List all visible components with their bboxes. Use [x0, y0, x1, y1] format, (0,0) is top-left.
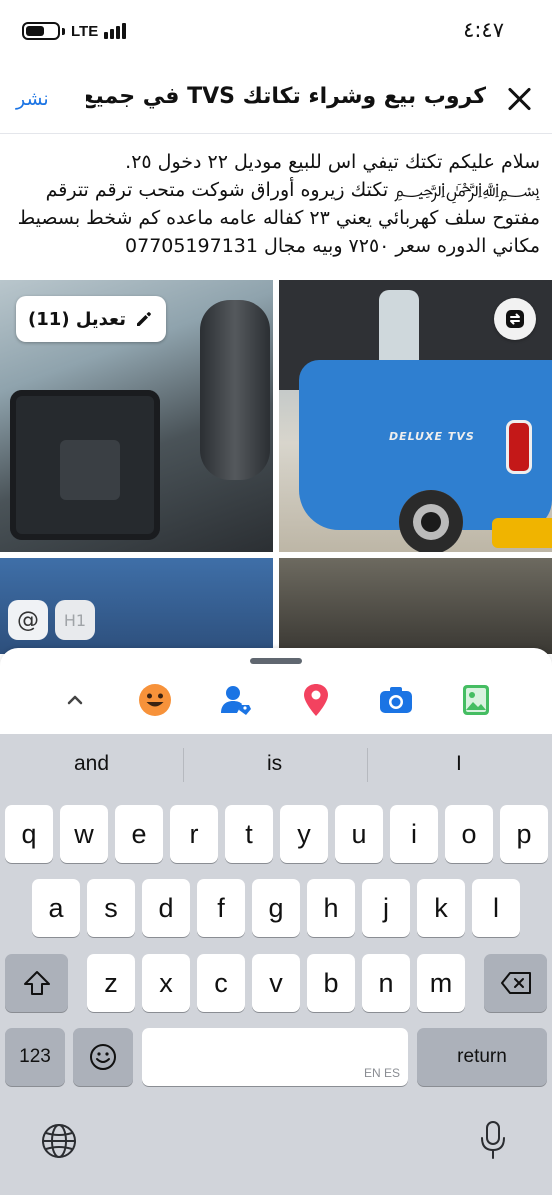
emoji-key[interactable] [73, 1028, 133, 1086]
composer-header: كروب بيع وشراء تكاتك TVS في جميع المح...… [0, 66, 552, 134]
engine-pipe [200, 300, 270, 480]
shift-icon [23, 971, 50, 995]
shift-key[interactable] [5, 954, 68, 1012]
tuktuk-wheel [399, 490, 463, 552]
keyboard: and is I q w e r t y u i o p a s d f g h… [0, 734, 552, 1195]
tuktuk-bumper [492, 518, 552, 548]
close-icon[interactable] [504, 84, 534, 114]
key-j[interactable]: j [362, 879, 410, 937]
key-u[interactable]: u [335, 805, 383, 863]
key-l[interactable]: l [472, 879, 520, 937]
numbers-key[interactable]: 123 [5, 1028, 65, 1086]
suggestion-2[interactable]: is [267, 752, 282, 776]
key-y[interactable]: y [280, 805, 328, 863]
emoji-icon[interactable] [137, 682, 173, 718]
tuktuk-decal: DELUXE TVS [389, 430, 475, 443]
microphone-icon[interactable] [478, 1120, 508, 1160]
pencil-icon [136, 312, 151, 326]
status-indicators: LTE [22, 22, 127, 40]
edit-photos-button[interactable]: تعديل (11) [16, 296, 166, 342]
key-m[interactable]: m [417, 954, 465, 1012]
camera-icon[interactable] [378, 682, 414, 718]
key-d[interactable]: d [142, 879, 190, 937]
tag-people-icon[interactable] [218, 682, 254, 718]
status-bar: LTE ٤:٤٧ [0, 0, 552, 66]
expand-chevron-icon[interactable] [57, 682, 93, 718]
network-type: LTE [71, 22, 99, 40]
sheet-grabber[interactable] [250, 658, 302, 664]
status-time: ٤:٤٧ [463, 18, 504, 42]
key-b[interactable]: b [307, 954, 355, 1012]
swap-media-button[interactable] [494, 298, 536, 340]
battery-cap [62, 27, 65, 35]
heading-chip[interactable]: H1 [55, 600, 95, 640]
key-x[interactable]: x [142, 954, 190, 1012]
key-f[interactable]: f [197, 879, 245, 937]
battery-icon [22, 22, 60, 40]
key-p[interactable]: p [500, 805, 548, 863]
group-title: كروب بيع وشراء تكاتك TVS في جميع المح... [86, 84, 486, 109]
tuktuk-taillight [506, 420, 532, 474]
key-s[interactable]: s [87, 879, 135, 937]
key-n[interactable]: n [362, 954, 410, 1012]
post-button[interactable]: نشر [16, 88, 49, 110]
key-i[interactable]: i [390, 805, 438, 863]
key-q[interactable]: q [5, 805, 53, 863]
key-t[interactable]: t [225, 805, 273, 863]
key-v[interactable]: v [252, 954, 300, 1012]
suggestion-divider [183, 748, 184, 782]
globe-icon[interactable] [40, 1122, 78, 1160]
location-pin-icon[interactable] [298, 682, 334, 718]
edit-photos-label: تعديل (11) [28, 308, 126, 330]
signal-icon [104, 23, 127, 39]
suggestion-divider [367, 748, 368, 782]
key-a[interactable]: a [32, 879, 80, 937]
engine-detail [60, 440, 120, 500]
key-w[interactable]: w [60, 805, 108, 863]
key-k[interactable]: k [417, 879, 465, 937]
key-z[interactable]: z [87, 954, 135, 1012]
backspace-key[interactable] [484, 954, 547, 1012]
key-r[interactable]: r [170, 805, 218, 863]
suggestion-1[interactable]: and [74, 752, 109, 776]
emoji-keyboard-icon [90, 1044, 116, 1070]
photo-gallery-icon[interactable] [458, 682, 494, 718]
post-text-input[interactable]: سلام عليكم تكتك تيفي اس للبيع موديل ٢٢ د… [12, 148, 540, 260]
suggestion-3[interactable]: I [456, 752, 462, 776]
backspace-icon [500, 972, 531, 994]
swap-icon [506, 310, 524, 328]
photo-tank[interactable] [279, 558, 552, 654]
return-key[interactable]: return [417, 1028, 547, 1086]
key-h[interactable]: h [307, 879, 355, 937]
space-key[interactable]: EN ES [142, 1028, 408, 1086]
key-e[interactable]: e [115, 805, 163, 863]
key-c[interactable]: c [197, 954, 245, 1012]
tuktuk-window [379, 290, 419, 370]
mention-chip[interactable]: @ [8, 600, 48, 640]
key-o[interactable]: o [445, 805, 493, 863]
composer-toolbar [0, 648, 552, 734]
space-language-hint: EN ES [363, 1066, 400, 1080]
key-g[interactable]: g [252, 879, 300, 937]
